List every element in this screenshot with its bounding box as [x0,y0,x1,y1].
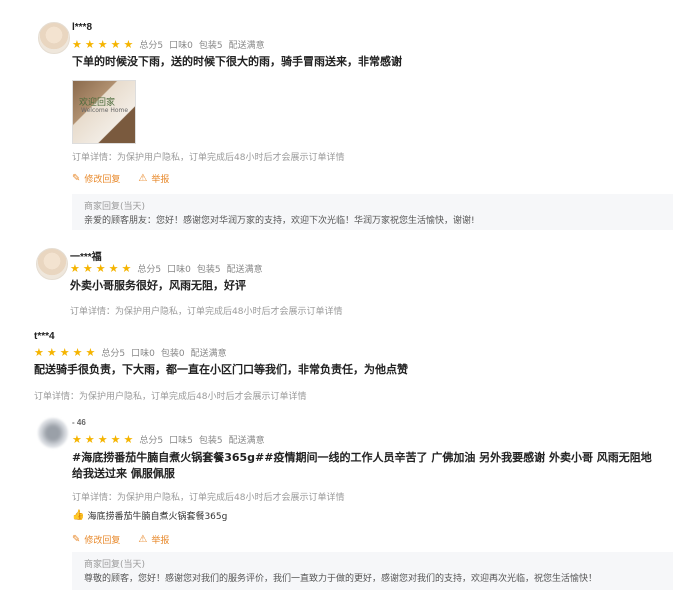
edit-reply-button[interactable]: ✎ 修改回复 [72,533,120,546]
reply-text: 亲爱的顾客朋友：您好！感谢您对华润万家的支持，欢迎下次光临！华润万家祝您生活愉快… [84,216,475,226]
review-actions: ✎ 修改回复 ⚠ 举报 [72,533,187,546]
star-icon: ★ [121,262,132,275]
score-total: 总分5 [137,265,162,275]
score-total: 总分5 [101,349,126,359]
score-package: 包装5 [198,41,223,51]
user-name: 一***福 [70,252,102,263]
review-meta: ★ ★ ★ ★ ★ 总分5 口味0 包装0 配送满意 [34,346,233,359]
star-icon: ★ [70,262,80,275]
review-content-line2: 给我送过来 佩服佩服 [72,467,175,480]
report-label: 举报 [151,175,170,185]
score-total: 总分5 [139,436,164,446]
star-icon: ★ [82,262,93,275]
star-icon: ★ [59,346,70,359]
star-icon: ★ [123,38,134,51]
score-delivery: 配送满意 [228,436,265,446]
photo-subtext: Welcome Home [81,107,129,114]
user-avatar [38,22,70,54]
star-icon: ★ [95,262,106,275]
report-button[interactable]: ⚠ 举报 [138,533,169,546]
star-icon: ★ [123,433,134,446]
star-rating: ★ ★ ★ ★ ★ [72,39,133,50]
star-icon: ★ [72,38,82,51]
star-icon: ★ [34,346,44,359]
review-content-line1: #海底捞番茄牛腩自煮火锅套餐365g##疫情期间一线的工作人员辛苦了 广佛加油 … [72,451,652,464]
edit-reply-label: 修改回复 [84,536,121,546]
reply-label: 商家回复(当天) [84,560,146,570]
report-icon: ⚠ [138,534,148,545]
user-avatar [36,248,68,280]
score-taste: 口味0 [167,265,191,275]
star-rating: ★ ★ ★ ★ ★ [70,263,131,274]
score-taste: 口味0 [169,41,193,51]
score-package: 包装5 [198,436,223,446]
score-taste: 口味5 [169,436,193,446]
star-icon: ★ [84,433,95,446]
star-icon: ★ [85,346,96,359]
dish-name: 海底捞番茄牛腩自煮火锅套餐365g [87,512,228,522]
review-content: #海底捞番茄牛腩自煮火锅套餐365g##疫情期间一线的工作人员辛苦了 广佛加油 … [72,450,662,482]
review-meta: ★ ★ ★ ★ ★ 总分5 口味0 包装5 配送满意 [70,262,269,275]
score-delivery: 配送满意 [228,41,265,51]
merchant-reply: 商家回复(当天) 亲爱的顾客朋友：您好！感谢您对华润万家的支持，欢迎下次光临！华… [72,194,673,230]
review-photo[interactable]: 欢迎回家 Welcome Home [72,80,136,144]
edit-icon: ✎ [72,173,81,184]
score-package: 包装0 [160,349,185,359]
edit-icon: ✎ [72,534,81,545]
edit-reply-label: 修改回复 [84,175,121,185]
user-name: - 46 [72,418,86,427]
report-label: 举报 [151,536,170,546]
star-icon: ★ [110,433,121,446]
star-icon: ★ [72,433,82,446]
reply-text: 尊敬的顾客，您好！感谢您对我们的服务评价，我们一直致力于做的更好，感谢您对我们的… [84,574,598,584]
report-icon: ⚠ [138,173,148,184]
user-name: t***4 [34,331,55,342]
user-avatar [38,418,68,448]
user-name: l***8 [72,22,93,33]
star-icon: ★ [108,262,119,275]
score-delivery: 配送满意 [190,349,227,359]
score-package: 包装5 [196,265,221,275]
liked-dish: 👍 海底捞番茄牛腩自煮火锅套餐365g [72,509,227,522]
review-meta: ★ ★ ★ ★ ★ 总分5 口味5 包装5 配送满意 [72,433,271,446]
star-icon: ★ [84,38,95,51]
review-content: 外卖小哥服务很好，风雨无阻，好评 [70,279,246,292]
star-icon: ★ [97,433,108,446]
star-icon: ★ [97,38,108,51]
edit-reply-button[interactable]: ✎ 修改回复 [72,172,120,185]
star-icon: ★ [46,346,57,359]
order-detail: 订单详情：为保护用户隐私，订单完成后48小时后才会展示订单详情 [72,493,345,503]
thumb-up-icon: 👍 [72,510,85,521]
order-detail: 订单详情：为保护用户隐私，订单完成后48小时后才会展示订单详情 [34,392,307,402]
star-rating: ★ ★ ★ ★ ★ [34,347,95,358]
review-meta: ★ ★ ★ ★ ★ 总分5 口味0 包装5 配送满意 [72,38,271,51]
reply-label: 商家回复(当天) [84,202,146,212]
star-rating: ★ ★ ★ ★ ★ [72,434,133,445]
report-button[interactable]: ⚠ 举报 [138,172,169,185]
order-detail: 订单详情：为保护用户隐私，订单完成后48小时后才会展示订单详情 [72,153,345,163]
score-total: 总分5 [139,41,164,51]
order-detail: 订单详情：为保护用户隐私，订单完成后48小时后才会展示订单详情 [70,307,343,317]
score-delivery: 配送满意 [226,265,263,275]
star-icon: ★ [110,38,121,51]
review-content: 下单的时候没下雨，送的时候下很大的雨，骑手冒雨送来，非常感谢 [72,55,402,68]
star-icon: ★ [72,346,83,359]
review-content: 配送骑手很负责，下大雨，都一直在小区门口等我们，非常负责任，为他点赞 [34,363,408,376]
score-taste: 口味0 [131,349,155,359]
merchant-reply: 商家回复(当天) 尊敬的顾客，您好！感谢您对我们的服务评价，我们一直致力于做的更… [72,552,673,590]
review-actions: ✎ 修改回复 ⚠ 举报 [72,172,187,185]
